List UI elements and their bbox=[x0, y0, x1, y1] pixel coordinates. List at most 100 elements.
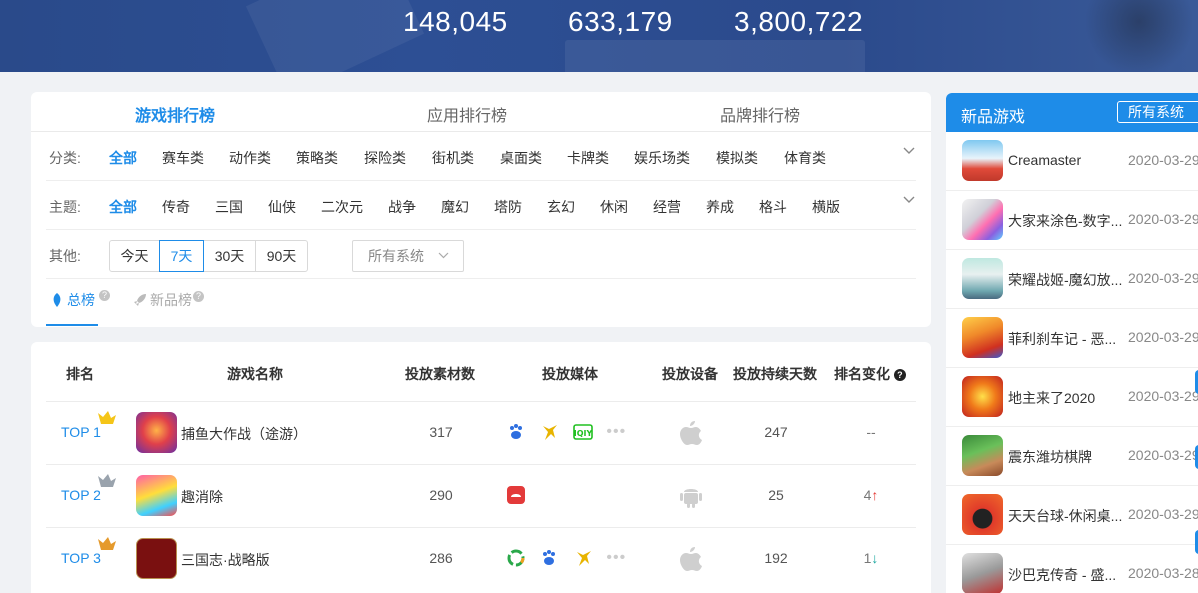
theme-option[interactable]: 魔幻 bbox=[441, 197, 469, 217]
subtab-new-label: 新品榜 bbox=[150, 292, 192, 308]
subtab-total-help[interactable]: ? bbox=[98, 290, 110, 307]
yidianzixun-icon bbox=[543, 425, 558, 440]
list-item[interactable]: 荣耀战姬-魔幻放... 2020-03-29 bbox=[946, 250, 1198, 309]
iqiyi-icon: IQIY bbox=[573, 424, 593, 440]
theme-option[interactable]: 全部 bbox=[109, 197, 137, 217]
table-row[interactable]: TOP 2 趣消除 290 25 4↑ bbox=[46, 464, 916, 527]
list-item[interactable]: 沙巴克传奇 - 盛... 2020-03-28 bbox=[946, 545, 1198, 593]
game-name: Creamaster bbox=[1008, 152, 1082, 168]
category-option[interactable]: 动作类 bbox=[229, 148, 271, 168]
help-icon[interactable]: ? bbox=[193, 291, 204, 302]
subtab-new[interactable]: 新品榜? bbox=[133, 290, 204, 310]
game-icon bbox=[136, 475, 177, 516]
category-option[interactable]: 卡牌类 bbox=[567, 148, 609, 168]
banner-keyboard-decoration bbox=[565, 40, 865, 72]
theme-option[interactable]: 三国 bbox=[215, 197, 243, 217]
header-game-name: 游戏名称 bbox=[227, 366, 283, 382]
period-7days-button[interactable]: 7天 bbox=[159, 240, 204, 272]
header-device: 投放设备 bbox=[662, 366, 718, 382]
arrow-down-icon: ↓ bbox=[871, 550, 879, 566]
theme-option[interactable]: 仙侠 bbox=[268, 197, 296, 217]
help-icon[interactable]: ? bbox=[99, 290, 110, 301]
tab-game-ranking[interactable]: 游戏排行榜 bbox=[135, 102, 215, 126]
game-name[interactable]: 捕鱼大作战（途游） bbox=[181, 424, 307, 444]
media-list bbox=[506, 485, 535, 507]
other-label: 其他: bbox=[49, 248, 81, 264]
category-option[interactable]: 全部 bbox=[109, 148, 137, 168]
chevron-down-icon[interactable] bbox=[902, 144, 916, 158]
game-icon bbox=[962, 140, 1003, 181]
stats-banner: 148,045 633,179 3,800,722 bbox=[0, 0, 1198, 72]
system-select[interactable]: 所有系统 bbox=[352, 240, 464, 272]
more-icon[interactable]: ••• bbox=[606, 423, 626, 441]
apple-icon bbox=[680, 421, 702, 445]
period-30days-button[interactable]: 30天 bbox=[203, 240, 256, 272]
gold-crown-icon bbox=[98, 411, 116, 424]
theme-option[interactable]: 休闲 bbox=[600, 197, 628, 217]
subtab-total[interactable]: 总榜 bbox=[50, 290, 95, 310]
release-date: 2020-03-28 bbox=[1128, 565, 1198, 581]
help-icon[interactable]: ? bbox=[893, 369, 906, 381]
theme-option[interactable]: 二次元 bbox=[321, 197, 363, 217]
new-games-header: 新品游戏 所有系统 bbox=[946, 93, 1198, 132]
arrow-up-icon: ↑ bbox=[871, 487, 879, 503]
list-item[interactable]: 菲利刹车记 - 恶... 2020-03-29 bbox=[946, 309, 1198, 368]
list-item[interactable]: Creamaster 2020-03-29 bbox=[946, 132, 1198, 191]
theme-option[interactable]: 传奇 bbox=[162, 197, 190, 217]
list-item[interactable]: 地主来了2020 2020-03-29 bbox=[946, 368, 1198, 427]
rocket-icon bbox=[134, 294, 146, 306]
list-item[interactable]: 震东潍坊棋牌 2020-03-29 bbox=[946, 427, 1198, 486]
theme-option[interactable]: 经营 bbox=[653, 197, 681, 217]
table-row[interactable]: TOP 1 捕鱼大作战（途游） 317 IQIY ••• 247 -- bbox=[46, 401, 916, 464]
media-list: ••• bbox=[506, 548, 626, 570]
release-date: 2020-03-29 bbox=[1128, 211, 1198, 227]
rank-change: 1↓ bbox=[841, 550, 901, 566]
duration-days: 25 bbox=[768, 487, 784, 503]
category-option[interactable]: 赛车类 bbox=[162, 148, 204, 168]
new-games-system-select[interactable]: 所有系统 bbox=[1117, 101, 1198, 123]
game-name: 菲利刹车记 - 恶... bbox=[1008, 331, 1117, 347]
theme-option[interactable]: 格斗 bbox=[759, 197, 787, 217]
category-option[interactable]: 模拟类 bbox=[716, 148, 758, 168]
active-subtab-indicator bbox=[46, 324, 98, 326]
game-icon bbox=[962, 376, 1003, 417]
category-option[interactable]: 街机类 bbox=[432, 148, 474, 168]
period-today-button[interactable]: 今天 bbox=[109, 240, 160, 272]
category-option[interactable]: 策略类 bbox=[296, 148, 338, 168]
tencent-ads-icon bbox=[507, 549, 525, 567]
theme-option[interactable]: 战争 bbox=[388, 197, 416, 217]
category-option[interactable]: 娱乐场类 bbox=[634, 148, 690, 168]
baidu-icon bbox=[510, 424, 522, 439]
category-option[interactable]: 探险类 bbox=[364, 148, 406, 168]
stat-value: 633,179 bbox=[568, 6, 673, 37]
category-option[interactable]: 桌面类 bbox=[500, 148, 542, 168]
table-row[interactable]: TOP 3 三国志·战略版 286 ••• 192 1↓ bbox=[46, 527, 916, 590]
period-90days-button[interactable]: 90天 bbox=[255, 240, 308, 272]
more-icon[interactable]: ••• bbox=[606, 549, 626, 567]
system-select-value: 所有系统 bbox=[1128, 104, 1184, 120]
theme-option[interactable]: 养成 bbox=[706, 197, 734, 217]
theme-option[interactable]: 玄幻 bbox=[547, 197, 575, 217]
game-name: 荣耀战姬-魔幻放... bbox=[1008, 272, 1123, 288]
game-icon bbox=[962, 494, 1003, 535]
tab-app-ranking[interactable]: 应用排行榜 bbox=[427, 102, 507, 126]
game-name[interactable]: 趣消除 bbox=[181, 487, 223, 507]
tab-brand-ranking[interactable]: 品牌排行榜 bbox=[720, 102, 800, 126]
duration-days: 247 bbox=[764, 424, 788, 440]
category-filter-row: 分类: 全部 赛车类 动作类 策略类 探险类 街机类 桌面类 卡牌类 娱乐场类 … bbox=[46, 132, 916, 181]
chevron-down-icon[interactable] bbox=[902, 193, 916, 207]
header-days: 投放持续天数 bbox=[733, 366, 817, 382]
game-icon bbox=[962, 435, 1003, 476]
ranking-table: 排名 游戏名称 投放素材数 投放媒体 投放设备 投放持续天数 排名变化 ? TO… bbox=[31, 342, 931, 593]
svg-text:IQIY: IQIY bbox=[574, 429, 593, 438]
category-option[interactable]: 体育类 bbox=[784, 148, 826, 168]
theme-option[interactable]: 横版 bbox=[812, 197, 840, 217]
list-item[interactable]: 天天台球-休闲桌... 2020-03-29 bbox=[946, 486, 1198, 545]
category-label: 分类: bbox=[49, 150, 81, 166]
subtab-total-label: 总榜 bbox=[67, 292, 95, 308]
baidu-icon bbox=[543, 550, 556, 565]
game-name[interactable]: 三国志·战略版 bbox=[181, 550, 270, 570]
list-item[interactable]: 大家来涂色-数字... 2020-03-29 bbox=[946, 191, 1198, 250]
game-icon bbox=[962, 317, 1003, 358]
theme-option[interactable]: 塔防 bbox=[494, 197, 522, 217]
